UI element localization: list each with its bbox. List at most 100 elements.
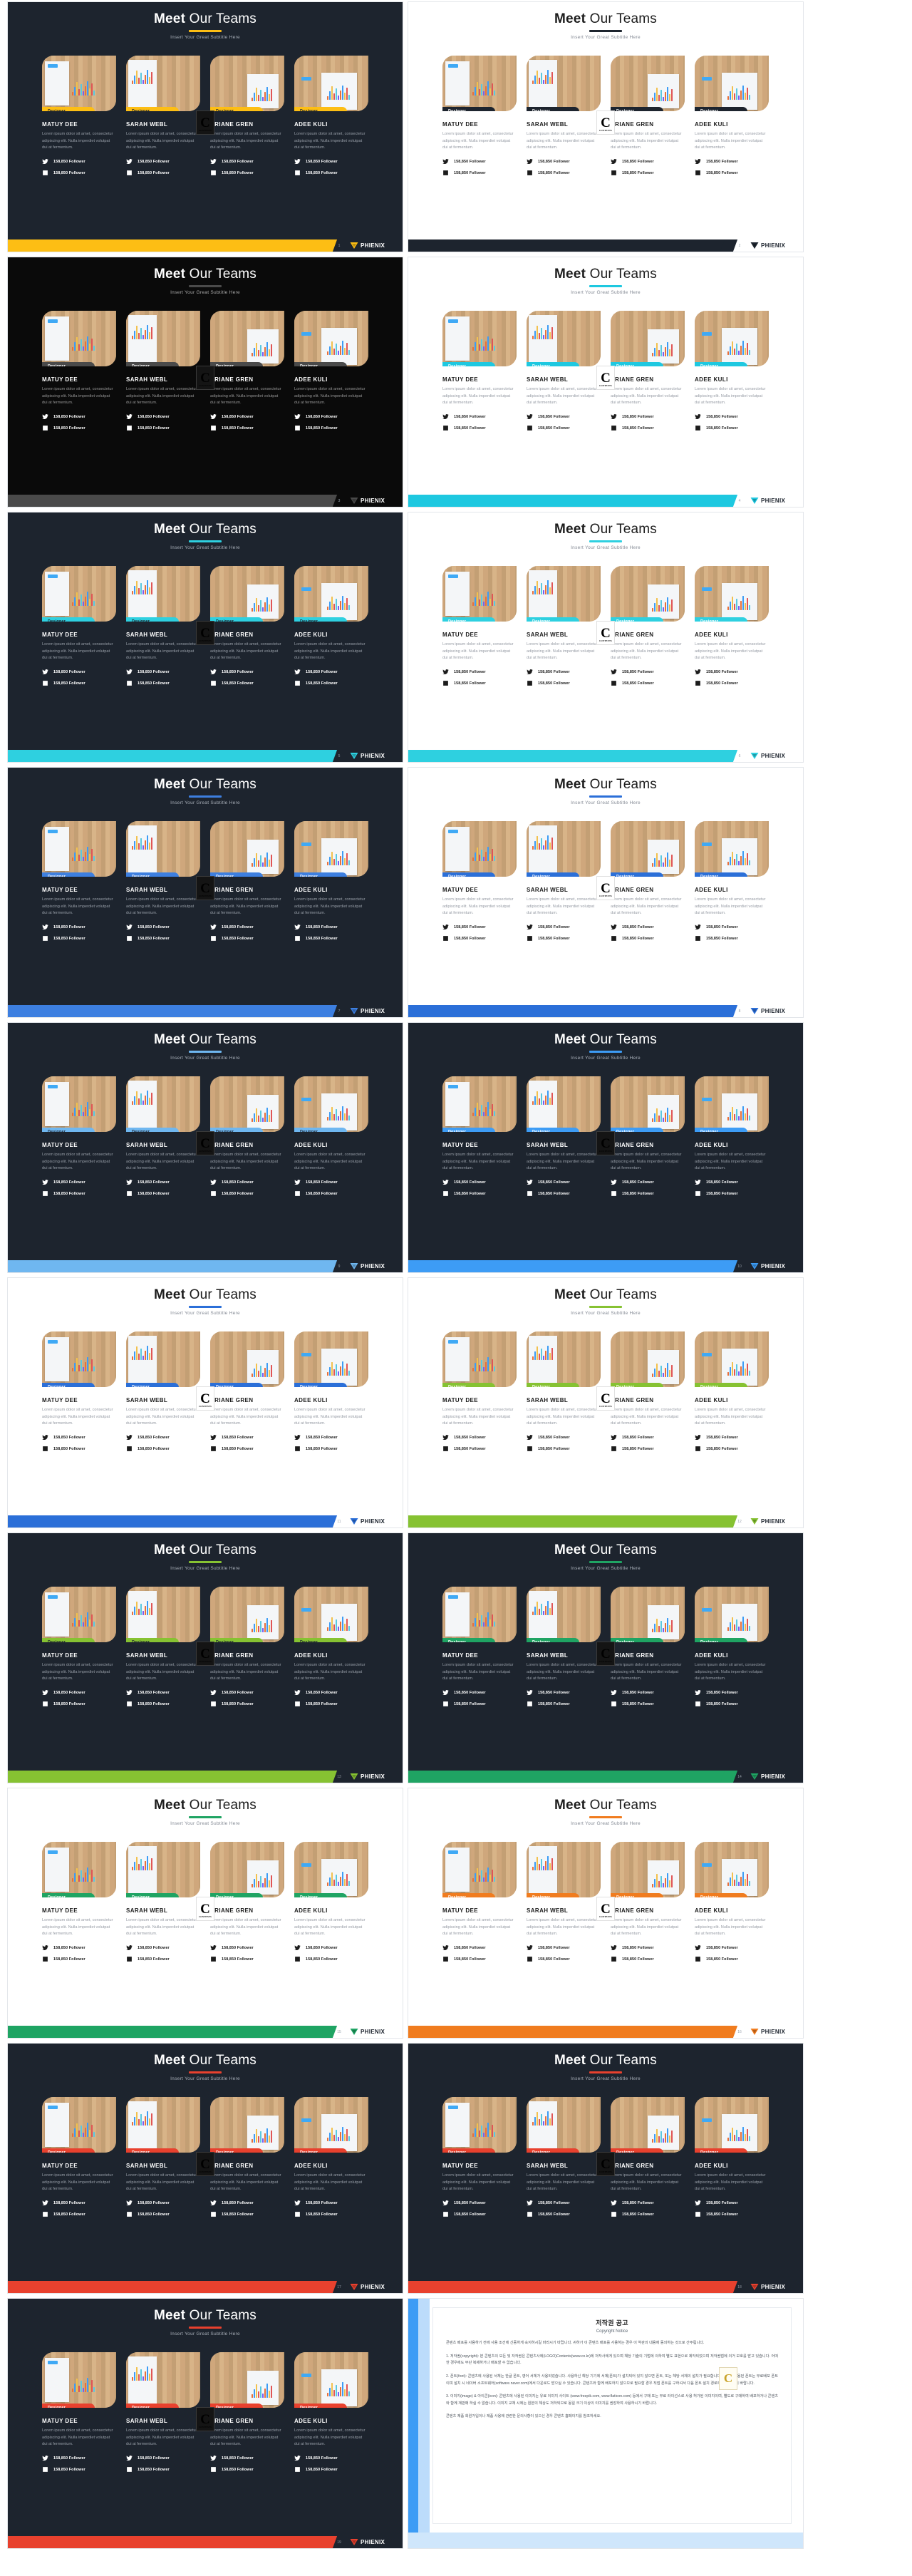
team-card-1[interactable]: Designer MATUY DEE Lorem ipsum dolor sit… xyxy=(42,1841,116,1962)
twitter-followers-row[interactable]: 158,850 Follower xyxy=(611,1434,685,1441)
slide-thumbnail-18[interactable]: Meet Our Teams Insert Your Great Subtitl… xyxy=(408,2043,804,2294)
twitter-followers-row[interactable]: 158,850 Follower xyxy=(527,2200,601,2206)
linkedin-followers-row[interactable]: 158,850 Follower xyxy=(442,1446,517,1452)
team-card-1[interactable]: Designer MATUY DEE Lorem ipsum dolor sit… xyxy=(42,55,116,176)
linkedin-followers-row[interactable]: 158,850 Follower xyxy=(695,1190,769,1197)
team-card-4[interactable]: Designer ADEE KULI Lorem ipsum dolor sit… xyxy=(695,1586,769,1707)
linkedin-followers-row[interactable]: 158,850 Follower xyxy=(695,425,769,431)
team-card-2[interactable]: Designer SARAH WEBL Lorem ipsum dolor si… xyxy=(126,2096,200,2217)
team-card-1[interactable]: Designer MATUY DEE Lorem ipsum dolor sit… xyxy=(442,1331,517,1452)
linkedin-followers-row[interactable]: 158,850 Follower xyxy=(42,425,116,431)
linkedin-followers-row[interactable]: 158,850 Follower xyxy=(611,680,685,686)
linkedin-followers-row[interactable]: 158,850 Follower xyxy=(42,2211,116,2217)
team-card-2[interactable]: Designer SARAH WEBL Lorem ipsum dolor si… xyxy=(527,55,601,176)
linkedin-followers-row[interactable]: 158,850 Follower xyxy=(294,1701,368,1707)
twitter-followers-row[interactable]: 158,850 Follower xyxy=(210,1179,284,1185)
team-card-3[interactable]: Designer ARIANE GREN Lorem ipsum dolor s… xyxy=(611,55,685,176)
linkedin-followers-row[interactable]: 158,850 Follower xyxy=(42,170,116,176)
copyright-notice-slide[interactable]: 저작권 공고 Copyright Notice 콘텐츠 배포를 사용하기 전에 … xyxy=(408,2298,804,2549)
slide-thumbnail-19[interactable]: Meet Our Teams Insert Your Great Subtitl… xyxy=(7,2298,403,2549)
twitter-followers-row[interactable]: 158,850 Follower xyxy=(611,413,685,420)
team-card-4[interactable]: Designer ADEE KULI Lorem ipsum dolor sit… xyxy=(695,820,769,942)
team-card-4[interactable]: Designer ADEE KULI Lorem ipsum dolor sit… xyxy=(695,565,769,686)
linkedin-followers-row[interactable]: 158,850 Follower xyxy=(210,935,284,942)
linkedin-followers-row[interactable]: 158,850 Follower xyxy=(527,1446,601,1452)
linkedin-followers-row[interactable]: 158,850 Follower xyxy=(611,425,685,431)
linkedin-followers-row[interactable]: 158,850 Follower xyxy=(611,1956,685,1962)
twitter-followers-row[interactable]: 158,850 Follower xyxy=(210,2455,284,2461)
linkedin-followers-row[interactable]: 158,850 Follower xyxy=(42,1701,116,1707)
twitter-followers-row[interactable]: 158,850 Follower xyxy=(210,1944,284,1951)
team-card-2[interactable]: Designer SARAH WEBL Lorem ipsum dolor si… xyxy=(126,310,200,431)
twitter-followers-row[interactable]: 158,850 Follower xyxy=(695,1179,769,1185)
slide-thumbnail-10[interactable]: Meet Our Teams Insert Your Great Subtitl… xyxy=(408,1022,804,1273)
slide-thumbnail-5[interactable]: Meet Our Teams Insert Your Great Subtitl… xyxy=(7,512,403,763)
team-card-3[interactable]: Designer ARIANE GREN Lorem ipsum dolor s… xyxy=(210,1076,284,1197)
team-card-1[interactable]: Designer MATUY DEE Lorem ipsum dolor sit… xyxy=(42,1586,116,1707)
linkedin-followers-row[interactable]: 158,850 Follower xyxy=(442,170,517,176)
twitter-followers-row[interactable]: 158,850 Follower xyxy=(442,1944,517,1951)
twitter-followers-row[interactable]: 158,850 Follower xyxy=(126,1434,200,1441)
twitter-followers-row[interactable]: 158,850 Follower xyxy=(42,158,116,165)
team-card-1[interactable]: Designer MATUY DEE Lorem ipsum dolor sit… xyxy=(442,1076,517,1197)
linkedin-followers-row[interactable]: 158,850 Follower xyxy=(527,425,601,431)
twitter-followers-row[interactable]: 158,850 Follower xyxy=(210,669,284,675)
slide-thumbnail-13[interactable]: Meet Our Teams Insert Your Great Subtitl… xyxy=(7,1532,403,1783)
linkedin-followers-row[interactable]: 158,850 Follower xyxy=(695,2211,769,2217)
twitter-followers-row[interactable]: 158,850 Follower xyxy=(442,1179,517,1185)
linkedin-followers-row[interactable]: 158,850 Follower xyxy=(126,2466,200,2473)
team-card-1[interactable]: Designer MATUY DEE Lorem ipsum dolor sit… xyxy=(42,2096,116,2217)
twitter-followers-row[interactable]: 158,850 Follower xyxy=(294,1944,368,1951)
team-card-1[interactable]: Designer MATUY DEE Lorem ipsum dolor sit… xyxy=(442,820,517,942)
linkedin-followers-row[interactable]: 158,850 Follower xyxy=(611,1446,685,1452)
linkedin-followers-row[interactable]: 158,850 Follower xyxy=(294,425,368,431)
team-card-4[interactable]: Designer ADEE KULI Lorem ipsum dolor sit… xyxy=(294,565,368,686)
linkedin-followers-row[interactable]: 158,850 Follower xyxy=(695,1701,769,1707)
twitter-followers-row[interactable]: 158,850 Follower xyxy=(527,158,601,165)
twitter-followers-row[interactable]: 158,850 Follower xyxy=(210,158,284,165)
linkedin-followers-row[interactable]: 158,850 Follower xyxy=(126,170,200,176)
team-card-1[interactable]: Designer MATUY DEE Lorem ipsum dolor sit… xyxy=(442,1841,517,1962)
team-card-3[interactable]: Designer ARIANE GREN Lorem ipsum dolor s… xyxy=(611,310,685,431)
team-card-2[interactable]: Designer SARAH WEBL Lorem ipsum dolor si… xyxy=(126,820,200,942)
twitter-followers-row[interactable]: 158,850 Follower xyxy=(42,669,116,675)
twitter-followers-row[interactable]: 158,850 Follower xyxy=(294,1689,368,1696)
linkedin-followers-row[interactable]: 158,850 Follower xyxy=(42,935,116,942)
linkedin-followers-row[interactable]: 158,850 Follower xyxy=(695,1956,769,1962)
linkedin-followers-row[interactable]: 158,850 Follower xyxy=(126,425,200,431)
twitter-followers-row[interactable]: 158,850 Follower xyxy=(294,2455,368,2461)
linkedin-followers-row[interactable]: 158,850 Follower xyxy=(527,170,601,176)
team-card-2[interactable]: Designer SARAH WEBL Lorem ipsum dolor si… xyxy=(527,565,601,686)
team-card-4[interactable]: Designer ADEE KULI Lorem ipsum dolor sit… xyxy=(294,820,368,942)
team-card-4[interactable]: Designer ADEE KULI Lorem ipsum dolor sit… xyxy=(294,310,368,431)
team-card-1[interactable]: Designer MATUY DEE Lorem ipsum dolor sit… xyxy=(42,820,116,942)
team-card-3[interactable]: Designer ARIANE GREN Lorem ipsum dolor s… xyxy=(210,1586,284,1707)
twitter-followers-row[interactable]: 158,850 Follower xyxy=(527,1944,601,1951)
twitter-followers-row[interactable]: 158,850 Follower xyxy=(611,158,685,165)
twitter-followers-row[interactable]: 158,850 Follower xyxy=(611,2200,685,2206)
linkedin-followers-row[interactable]: 158,850 Follower xyxy=(695,935,769,942)
slide-thumbnail-8[interactable]: Meet Our Teams Insert Your Great Subtitl… xyxy=(408,767,804,1018)
linkedin-followers-row[interactable]: 158,850 Follower xyxy=(126,680,200,686)
linkedin-followers-row[interactable]: 158,850 Follower xyxy=(210,2211,284,2217)
twitter-followers-row[interactable]: 158,850 Follower xyxy=(42,2455,116,2461)
linkedin-followers-row[interactable]: 158,850 Follower xyxy=(294,935,368,942)
team-card-3[interactable]: Designer ARIANE GREN Lorem ipsum dolor s… xyxy=(210,55,284,176)
linkedin-followers-row[interactable]: 158,850 Follower xyxy=(294,1190,368,1197)
team-card-2[interactable]: Designer SARAH WEBL Lorem ipsum dolor si… xyxy=(527,2096,601,2217)
linkedin-followers-row[interactable]: 158,850 Follower xyxy=(126,2211,200,2217)
team-card-2[interactable]: Designer SARAH WEBL Lorem ipsum dolor si… xyxy=(126,1586,200,1707)
team-card-4[interactable]: Designer ADEE KULI Lorem ipsum dolor sit… xyxy=(695,1331,769,1452)
twitter-followers-row[interactable]: 158,850 Follower xyxy=(210,413,284,420)
linkedin-followers-row[interactable]: 158,850 Follower xyxy=(442,2211,517,2217)
team-card-2[interactable]: Designer SARAH WEBL Lorem ipsum dolor si… xyxy=(527,1841,601,1962)
twitter-followers-row[interactable]: 158,850 Follower xyxy=(442,158,517,165)
team-card-3[interactable]: Designer ARIANE GREN Lorem ipsum dolor s… xyxy=(611,2096,685,2217)
linkedin-followers-row[interactable]: 158,850 Follower xyxy=(527,2211,601,2217)
twitter-followers-row[interactable]: 158,850 Follower xyxy=(210,1689,284,1696)
team-card-3[interactable]: Designer ARIANE GREN Lorem ipsum dolor s… xyxy=(611,565,685,686)
linkedin-followers-row[interactable]: 158,850 Follower xyxy=(126,1190,200,1197)
linkedin-followers-row[interactable]: 158,850 Follower xyxy=(294,2211,368,2217)
twitter-followers-row[interactable]: 158,850 Follower xyxy=(294,2200,368,2206)
team-card-1[interactable]: Designer MATUY DEE Lorem ipsum dolor sit… xyxy=(42,1076,116,1197)
